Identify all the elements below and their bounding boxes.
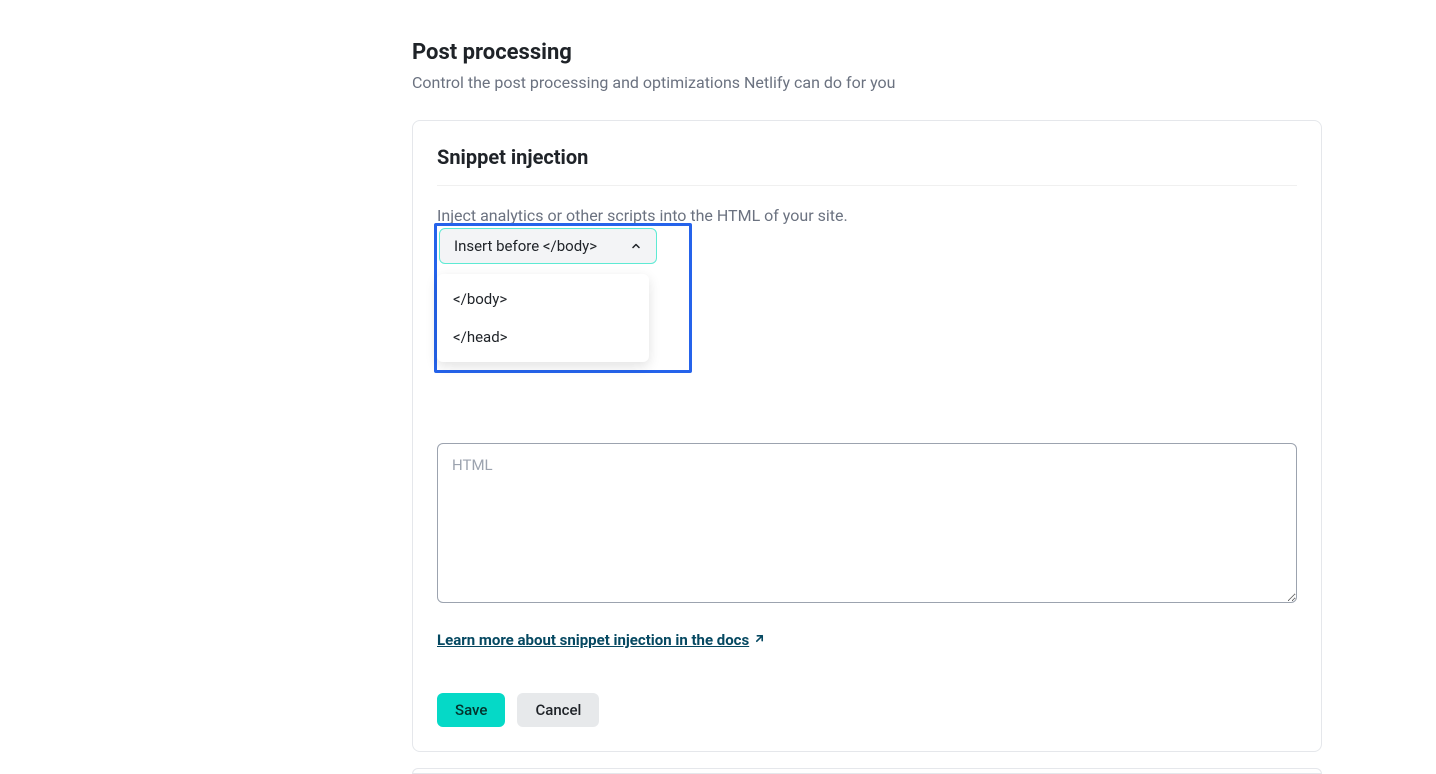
save-button[interactable]: Save [437, 693, 505, 727]
button-row: Save Cancel [437, 693, 1297, 727]
dropdown-selected-label: Insert before </body> [454, 237, 597, 255]
page-subtitle: Control the post processing and optimiza… [412, 73, 1322, 92]
card-title: Snippet injection [437, 145, 1297, 186]
docs-link[interactable]: Learn more about snippet injection in th… [437, 631, 766, 649]
dropdown-highlight-box: Insert before </body> </body> </head> [434, 223, 692, 373]
html-textarea[interactable] [437, 443, 1297, 603]
page-title: Post processing [412, 40, 1322, 65]
dropdown-option-body[interactable]: </body> [437, 280, 649, 318]
insert-position-dropdown[interactable]: Insert before </body> </body> </head> [437, 228, 689, 362]
docs-link-text: Learn more about snippet injection in th… [437, 631, 749, 649]
chevron-up-icon [630, 240, 642, 252]
snippet-injection-card: Snippet injection Inject analytics or ot… [412, 120, 1322, 752]
next-section-peek [412, 768, 1322, 774]
cancel-button[interactable]: Cancel [517, 693, 599, 727]
dropdown-option-head[interactable]: </head> [437, 318, 649, 356]
dropdown-toggle[interactable]: Insert before </body> [439, 228, 657, 264]
form-area: Insert before </body> </body> </head> Le… [437, 225, 1297, 727]
external-link-icon [753, 631, 766, 649]
settings-section: Post processing Control the post process… [412, 40, 1322, 774]
dropdown-menu: </body> </head> [437, 274, 649, 362]
